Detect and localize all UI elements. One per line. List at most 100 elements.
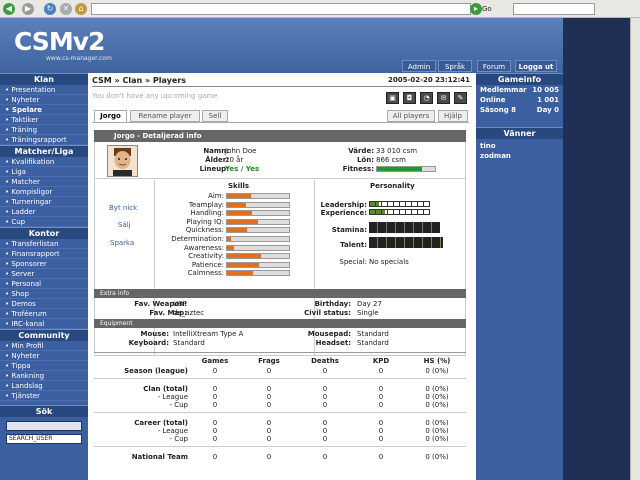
- stats-cell: 0 (0%): [425, 435, 449, 443]
- skill-bar-fill: [227, 262, 260, 267]
- forward-icon[interactable]: ▶: [22, 3, 34, 15]
- nav-item[interactable]: • Demos: [0, 299, 88, 309]
- nav-item[interactable]: • Kvalifikation: [0, 157, 88, 167]
- search-input[interactable]: [513, 3, 595, 15]
- stats-divider: [94, 412, 466, 413]
- label-age: Ålder:: [205, 156, 229, 164]
- nav-item[interactable]: • Nyheter: [0, 95, 88, 105]
- fire-link[interactable]: Sparka: [110, 239, 134, 247]
- label-birthday: Birthday:: [314, 300, 351, 308]
- friend-item[interactable]: zodman: [476, 151, 563, 161]
- nav-item[interactable]: • Sponsorer: [0, 259, 88, 269]
- message-icon[interactable]: ✉: [437, 92, 450, 104]
- nav-item[interactable]: • Cup: [0, 217, 88, 227]
- site-subtitle: www.cs-manager.com: [46, 55, 112, 62]
- nav-item[interactable]: • Personal: [0, 279, 88, 289]
- nav-item[interactable]: • Träning: [0, 125, 88, 135]
- go-icon[interactable]: ▸: [470, 3, 482, 15]
- nav-item[interactable]: • Transferlistan: [0, 239, 88, 249]
- nav-item[interactable]: • Rankning: [0, 371, 88, 381]
- nav-item[interactable]: • Träningsrapport: [0, 135, 88, 145]
- nav-item[interactable]: • Tippa: [0, 361, 88, 371]
- url-input[interactable]: [91, 3, 471, 15]
- nav-section-klan: Klan: [0, 73, 88, 85]
- search-type-select[interactable]: SEARCH_USER: [6, 434, 82, 444]
- mousepad: Standard: [357, 330, 389, 338]
- skill-label: Playing IQ:: [186, 217, 224, 226]
- nav-item[interactable]: • Taktiker: [0, 115, 88, 125]
- nav-item[interactable]: • Liga: [0, 167, 88, 177]
- label-headset: Headset:: [315, 339, 351, 347]
- reload-icon[interactable]: ↻: [44, 3, 56, 15]
- fitness-fill: [377, 167, 423, 171]
- nav-item[interactable]: • Nyheter: [0, 351, 88, 361]
- stats-row-label: - League: [157, 393, 188, 401]
- nav-item[interactable]: • Finansrapport: [0, 249, 88, 259]
- nav-item[interactable]: • IRC-kanal: [0, 319, 88, 329]
- friend-item[interactable]: tino: [476, 141, 563, 151]
- leadership-bar: [369, 201, 430, 207]
- language-button[interactable]: Språk: [438, 60, 472, 72]
- forum-button[interactable]: Forum: [477, 60, 511, 72]
- skill-bar-fill: [227, 237, 231, 241]
- nav-item[interactable]: • Landslag: [0, 381, 88, 391]
- scrollbar[interactable]: [630, 18, 640, 480]
- logout-button[interactable]: Logga ut: [515, 60, 557, 72]
- player-value: 33 010 csm: [376, 147, 418, 155]
- nav-item[interactable]: • Turneringar: [0, 197, 88, 207]
- tab-help[interactable]: Hjälp: [438, 110, 468, 122]
- nav-item[interactable]: • Kompisligor: [0, 187, 88, 197]
- stats-cell: 0: [322, 393, 328, 401]
- nav-item[interactable]: • Matcher: [0, 177, 88, 187]
- browser-toolbar: ◀ ▶ ↻ ✕ ⌂ ▸ Go: [0, 0, 640, 18]
- back-icon[interactable]: ◀: [3, 3, 15, 15]
- fav-weapon: USP: [173, 300, 187, 308]
- skill-bar: [226, 261, 290, 268]
- home-icon[interactable]: ⌂: [75, 3, 87, 15]
- mouse-icon[interactable]: ◔: [420, 92, 433, 104]
- edit-icon[interactable]: ✎: [454, 92, 467, 104]
- nav-item[interactable]: • Shop: [0, 289, 88, 299]
- tab-all-players[interactable]: All players: [387, 110, 435, 122]
- tab-rename-player[interactable]: Rename player: [130, 110, 200, 122]
- nav-item[interactable]: • Ladder: [0, 207, 88, 217]
- nav-item[interactable]: • Presentation: [0, 85, 88, 95]
- stats-cell: 0: [378, 401, 384, 409]
- tab-player[interactable]: Jorgo: [94, 110, 127, 122]
- label-value: Värde:: [348, 147, 374, 155]
- go-button[interactable]: Go: [482, 3, 512, 15]
- stats-cell: 0: [212, 401, 218, 409]
- stats-cell: 0: [322, 367, 328, 375]
- nav-item[interactable]: • Server: [0, 269, 88, 279]
- nav-item[interactable]: • Tjänster: [0, 391, 88, 401]
- player-lineup: Yes / Yes: [225, 165, 260, 173]
- experience-bar: [369, 209, 430, 215]
- label-mousepad: Mousepad:: [307, 330, 351, 338]
- stats-row-label: - Cup: [169, 401, 188, 409]
- skill-bar: [226, 244, 290, 251]
- nav-section-search: Sök: [0, 405, 88, 417]
- stats-cell: 0 (0%): [425, 393, 449, 401]
- training-icon[interactable]: ◘: [403, 92, 416, 104]
- label-civil-status: Civil status:: [304, 309, 351, 317]
- nav-item[interactable]: • Troféerum: [0, 309, 88, 319]
- stats-cell: 0: [212, 367, 218, 375]
- left-navigation: Klan • Presentation • Nyheter • Spelare …: [0, 73, 88, 480]
- stats-cell: 0: [322, 419, 328, 427]
- upcoming-game-notice: You don't have any upcoming game: [92, 92, 218, 100]
- player-card-icon[interactable]: ▣: [386, 92, 399, 104]
- nav-item-active[interactable]: • Spelare: [0, 105, 88, 115]
- stats-header: Deaths: [311, 357, 339, 365]
- label-experience: Experience:: [320, 209, 367, 217]
- search-field[interactable]: [6, 421, 82, 431]
- nav-item[interactable]: • Min Profil: [0, 341, 88, 351]
- sell-link[interactable]: Sälj: [118, 221, 131, 229]
- stop-icon[interactable]: ✕: [60, 3, 72, 15]
- breadcrumb: CSM » Clan » Players: [92, 76, 187, 85]
- skill-bar: [226, 253, 290, 260]
- tab-sell[interactable]: Sell: [202, 110, 228, 122]
- stats-row-label: Season (league): [124, 367, 188, 375]
- stats-cell: 0: [266, 367, 272, 375]
- admin-button[interactable]: Admin: [402, 60, 436, 72]
- change-nick-link[interactable]: Byt nick: [109, 204, 137, 212]
